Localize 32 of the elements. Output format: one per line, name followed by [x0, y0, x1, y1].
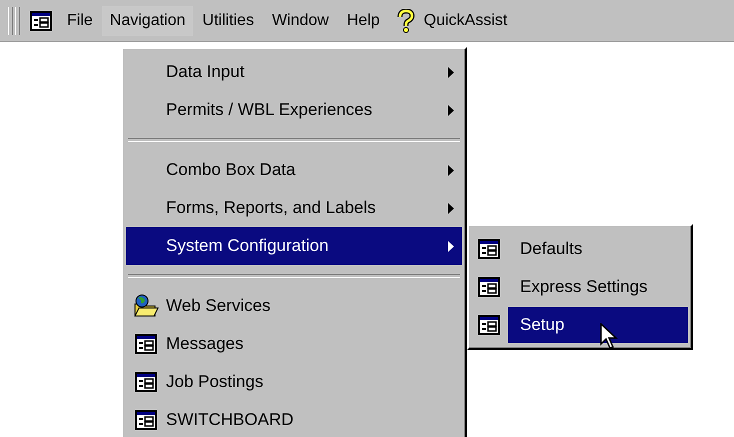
form-icon	[478, 277, 500, 297]
menu-item[interactable]: Defaults	[508, 231, 688, 267]
form-icon	[135, 334, 157, 354]
submenu-arrow-icon	[448, 202, 454, 214]
form-icon	[135, 372, 157, 392]
menu-item[interactable]: Setup	[508, 307, 688, 343]
menu-item[interactable]: Window	[262, 4, 338, 36]
form-icon	[30, 10, 52, 30]
menu-item[interactable]: Messages	[126, 325, 462, 363]
menu-item[interactable]: Navigation	[102, 6, 194, 36]
form-icon	[135, 410, 157, 430]
question-mark-icon	[396, 8, 415, 32]
menu-item[interactable]: Forms, Reports, and Labels	[126, 189, 462, 227]
menu-item[interactable]: Data Input	[126, 53, 462, 91]
menu-item[interactable]: SWITCHBOARD	[126, 401, 462, 437]
submenu-arrow-icon	[448, 104, 454, 116]
menu-item[interactable]: Job Postings	[126, 363, 462, 401]
menu-item[interactable]: File	[58, 4, 102, 36]
submenu-arrow-icon	[448, 66, 454, 78]
menu-item[interactable]: Web Services	[126, 287, 462, 325]
menu-item[interactable]: System Configuration	[126, 227, 462, 265]
menu-item[interactable]: Express Settings	[508, 269, 688, 305]
menu-item[interactable]: Help	[338, 4, 389, 36]
form-icon	[478, 315, 500, 335]
menu-item[interactable]: Combo Box Data	[126, 151, 462, 189]
submenu-arrow-icon	[448, 240, 454, 252]
form-icon	[478, 239, 500, 259]
menu-item[interactable]: Permits / WBL Experiences	[126, 91, 462, 129]
submenu-arrow-icon	[448, 164, 454, 176]
globe-folder-icon	[133, 294, 159, 318]
menu-item[interactable]: QuickAssist	[414, 4, 516, 36]
menu-item[interactable]: Utilities	[193, 4, 263, 36]
